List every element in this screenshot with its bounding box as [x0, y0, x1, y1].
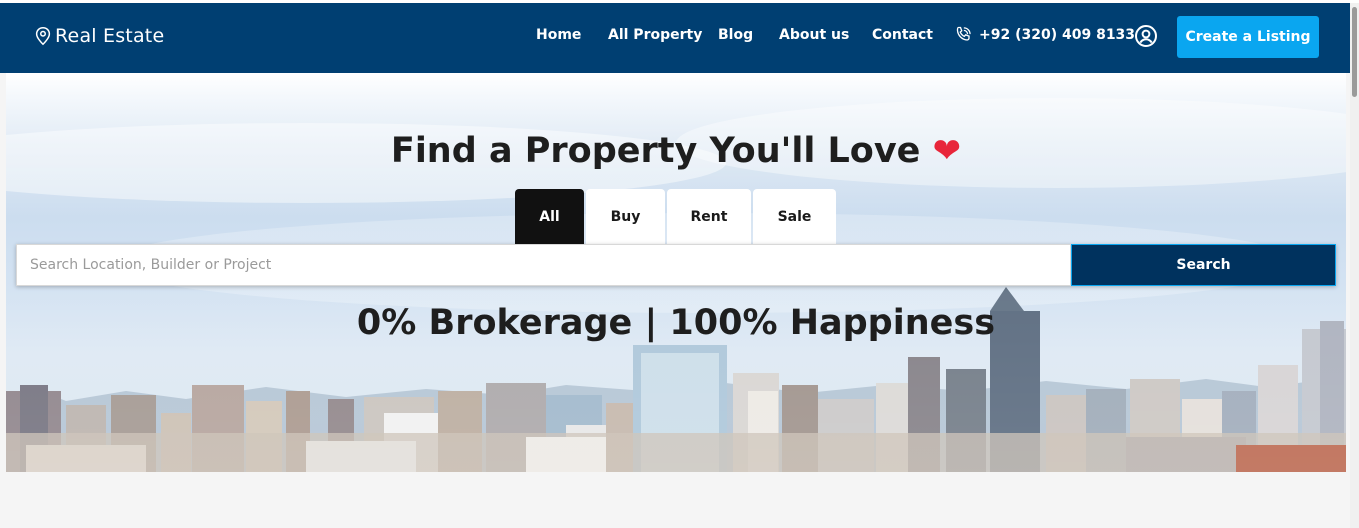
hero-title-text: Find a Property You'll Love [390, 131, 921, 171]
phone-icon [956, 26, 971, 41]
scrollbar-thumb[interactable] [1352, 7, 1357, 97]
logo[interactable]: Real Estate [34, 23, 164, 49]
search-input[interactable] [16, 244, 1071, 286]
nav-link-about-us[interactable]: About us [779, 27, 849, 43]
heart-icon: ❤ [932, 131, 962, 171]
user-circle-icon[interactable] [1134, 24, 1158, 48]
page-scrollbar[interactable] [1350, 3, 1359, 528]
tab-buy[interactable]: Buy [586, 189, 665, 244]
tab-rent[interactable]: Rent [667, 189, 751, 244]
search-bar: Search [16, 244, 1336, 286]
nav-link-all-property[interactable]: All Property [608, 27, 702, 43]
tab-sale[interactable]: Sale [753, 189, 836, 244]
phone-number[interactable]: +92 (320) 409 8133 [953, 25, 1135, 45]
navbar: Real Estate Home All Property Blog About… [0, 3, 1350, 73]
search-button[interactable]: Search [1071, 244, 1336, 286]
phone-number-text: +92 (320) 409 8133 [979, 27, 1136, 43]
nav-link-contact[interactable]: Contact [872, 27, 933, 43]
logo-text: Real Estate [55, 25, 165, 47]
nav-link-home[interactable]: Home [536, 27, 581, 43]
hero-title: Find a Property You'll Love ❤ [6, 131, 1346, 171]
tab-all[interactable]: All [515, 189, 584, 244]
create-listing-button[interactable]: Create a Listing [1177, 16, 1319, 58]
location-pin-icon [35, 26, 51, 46]
nav-link-blog[interactable]: Blog [718, 27, 753, 43]
hero-section: Find a Property You'll Love ❤ All Buy Re… [6, 73, 1346, 472]
property-type-tabs: All Buy Rent Sale [515, 189, 836, 244]
tagline: 0% Brokerage | 100% Happiness [356, 303, 996, 343]
